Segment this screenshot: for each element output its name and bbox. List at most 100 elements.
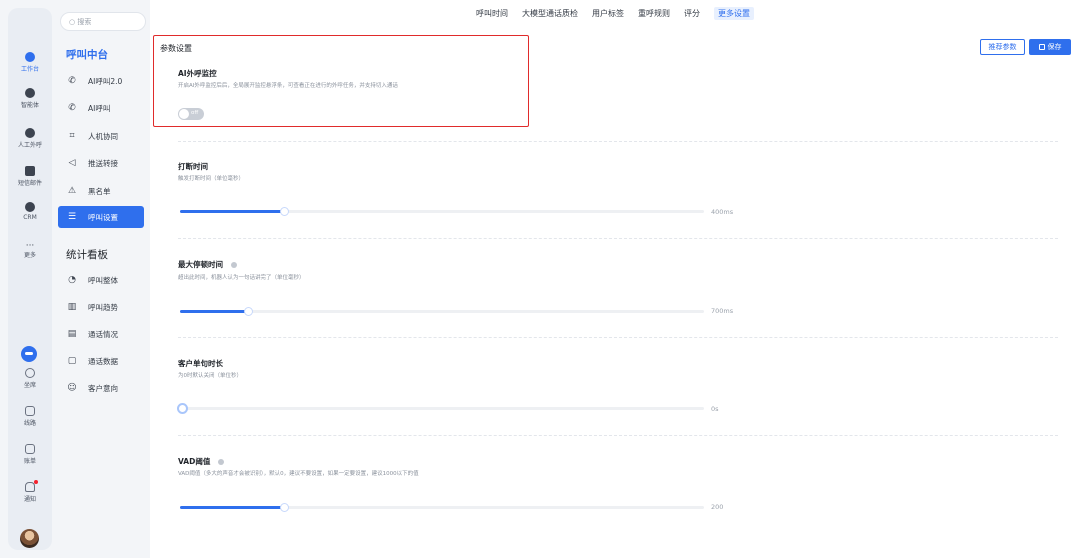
recommend-params-button[interactable]: 推荐参数 [980,39,1025,55]
ai-monitor-desc: 开启AI外呼监控后后，全局展开监控悬浮条，可查看正在进行的外呼任务，并支持切入通… [178,83,398,89]
tab-redial-rules[interactable]: 重呼规则 [631,0,677,28]
rail-label: 坐席 [23,382,36,389]
utterance-duration-title: 客户单句时长 [178,359,223,368]
logo-icon [21,346,37,362]
slider-handle[interactable] [243,307,253,316]
nav-group-stats: 统计看板 [66,249,108,261]
workbench-icon [25,52,35,62]
nav-group-call-center: 呼叫中台 [66,49,108,61]
tab-label: 重呼规则 [638,9,670,18]
rail-item-agent[interactable]: 智能体 [8,88,52,109]
tab-score[interactable]: 评分 [677,0,707,28]
main-panel: 呼叫时间 大模型通话质检 用户标签 重呼规则 评分 更多设置 推荐参数 保存 参… [150,0,1080,558]
vad-threshold-label: VAD阈值 [178,457,211,466]
nav-item-label: 通话情况 [88,329,118,339]
slider-fill [180,506,285,509]
sliders-icon: ☰ [67,212,77,222]
tab-more-settings[interactable]: 更多设置 [707,0,761,28]
ai-monitor-toggle[interactable]: off [178,108,204,120]
secondary-nav: ○ 搜索 呼叫中台 ✆ AI呼叫2.0 ✆ AI呼叫 ⌗ 人机协同 ◁ 推送转接 ⚠ 黑名… [52,0,150,558]
nav-item-ai-call-v2[interactable]: ✆ AI呼叫2.0 [58,70,144,92]
rail-item-more[interactable]: ··· 更多 [8,242,52,260]
crm-icon [25,202,35,212]
nav-item-call-status[interactable]: ▤ 通话情况 [58,323,144,345]
send-icon: ◁ [68,158,76,168]
vad-threshold-slider[interactable] [180,503,704,512]
vad-threshold-value: 200 [711,503,724,511]
info-icon[interactable] [231,262,237,268]
bar-chart-icon: ▥ [67,302,77,312]
rail-item-bill[interactable]: 账单 [8,444,52,465]
max-pause-desc: 超出此时间，机器人认为一句话讲完了（单位毫秒） [178,275,305,281]
rail-item-manual-call[interactable]: 人工外呼 [8,128,52,149]
tab-call-time[interactable]: 呼叫时间 [469,0,515,28]
bell-icon [25,482,35,492]
rail-label: 短信邮件 [17,180,42,187]
nav-item-blacklist[interactable]: ⚠ 黑名单 [58,180,144,202]
divider [178,435,1058,436]
tab-user-tags[interactable]: 用户标签 [585,0,631,28]
smile-icon: ☺ [67,383,77,393]
rail-item-workbench[interactable]: 工作台 [8,52,52,73]
sms-mail-icon [25,166,35,176]
manual-call-icon [25,128,35,138]
slider-handle[interactable] [177,403,188,414]
interrupt-time-slider[interactable] [180,207,704,216]
phone-icon: ✆ [68,103,76,113]
pie-icon: ◔ [68,275,76,285]
nav-item-label: 黑名单 [88,186,111,196]
rail-item-sms-mail[interactable]: 短信邮件 [8,166,52,187]
tab-llm-quality-check[interactable]: 大模型通话质检 [515,0,585,28]
vad-threshold-desc: VAD阈值（多大的声音才会被识别），默认0，建议不要设置，如果一定要设置，建议1… [178,471,419,477]
rail-label: CRM [23,214,37,221]
utterance-duration-desc: 为0时默认关闭（单位秒） [178,373,243,379]
save-icon [1038,44,1045,50]
max-pause-value: 700ms [711,307,734,315]
rail-item-crm[interactable]: CRM [8,202,52,221]
rail-item-notice[interactable]: 通知 [8,482,52,503]
max-pause-label: 最大停顿时间 [178,260,223,269]
divider [178,337,1058,338]
slider-handle[interactable] [280,207,290,216]
slider-fill [180,210,285,213]
interrupt-time-value: 400ms [711,208,734,216]
search-placeholder: 搜索 [77,18,92,26]
toggle-knob [179,109,189,119]
doc-search-icon: ▢ [67,356,77,366]
rail-label: 通知 [23,496,36,503]
nav-item-label: 客户意向 [88,383,118,393]
utterance-duration-slider[interactable] [177,403,704,414]
avatar[interactable] [20,529,39,548]
nav-item-customer-intent[interactable]: ☺ 客户意向 [58,377,144,399]
save-button[interactable]: 保存 [1029,39,1071,55]
ai-monitor-title: AI外呼监控 [178,69,217,78]
nav-item-call-overall[interactable]: ◔ 呼叫整体 [58,269,144,291]
nav-item-label: AI呼叫 [88,103,111,113]
slider-handle[interactable] [280,503,290,512]
tab-label: 更多设置 [714,7,754,20]
rail-label: 更多 [23,252,36,259]
max-pause-slider[interactable] [180,307,704,316]
seat-icon [25,368,35,378]
toggle-label: off [191,110,199,116]
notice-badge [34,480,38,484]
tab-label: 大模型通话质检 [522,9,578,18]
bill-icon [25,444,35,454]
nav-item-call-settings[interactable]: ☰ 呼叫设置 [58,206,144,228]
rail-label: 智能体 [20,102,39,109]
nav-item-label: 通话数据 [88,356,118,366]
nav-item-call-data[interactable]: ▢ 通话数据 [58,350,144,372]
rail-label: 线路 [23,420,36,427]
nav-item-human-machine[interactable]: ⌗ 人机协同 [58,125,144,147]
info-icon[interactable] [218,459,225,465]
warning-icon: ⚠ [67,186,77,196]
scan-icon: ⌗ [69,131,75,141]
rail-item-seat[interactable]: 坐席 [8,368,52,389]
rail-item-line[interactable]: 线路 [8,406,52,427]
nav-item-ai-call[interactable]: ✆ AI呼叫 [58,97,144,119]
tab-label: 评分 [684,9,700,18]
nav-item-push-transfer[interactable]: ◁ 推送转接 [58,152,144,174]
nav-item-call-trend[interactable]: ▥ 呼叫趋势 [58,296,144,318]
search-input[interactable]: ○ 搜索 [60,12,146,31]
nav-item-label: 呼叫趋势 [88,302,118,312]
